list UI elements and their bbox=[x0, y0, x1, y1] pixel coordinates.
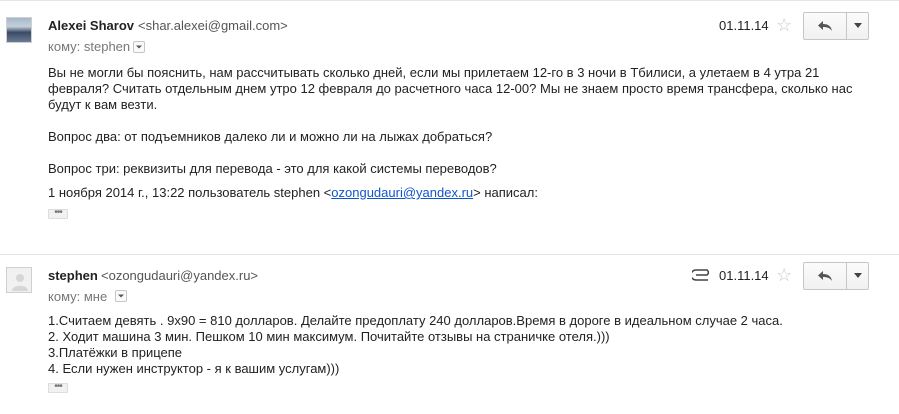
quote-header-prefix: 1 ноября 2014 г., 13:22 пользователь ste… bbox=[48, 185, 332, 200]
dropdown-arrow-icon bbox=[853, 23, 862, 28]
show-trimmed-content-button[interactable]: ••• bbox=[48, 207, 68, 219]
message-stephen: stephen <ozongudauri@yandex.ru> кому: мн… bbox=[0, 254, 899, 414]
sender-name[interactable]: stephen bbox=[48, 268, 98, 283]
paperclip-icon bbox=[692, 269, 710, 281]
ellipsis-icon: ••• bbox=[54, 381, 63, 392]
star-icon[interactable]: ☆ bbox=[776, 16, 792, 34]
chevron-down-icon bbox=[118, 294, 124, 298]
recipient-label: кому: мне bbox=[48, 289, 108, 304]
reply-arrow-icon bbox=[818, 21, 832, 31]
sender-email: <ozongudauri@yandex.ru> bbox=[101, 268, 259, 283]
message-date: 01.11.14 bbox=[719, 268, 769, 283]
sender-avatar[interactable] bbox=[6, 17, 32, 43]
reply-arrow-icon bbox=[818, 271, 832, 281]
body-line: Вопрос два: от подъемников далеко ли и м… bbox=[48, 129, 493, 144]
message-date: 01.11.14 bbox=[719, 18, 769, 33]
star-icon[interactable]: ☆ bbox=[776, 266, 792, 284]
body-line: 4. Если нужен инструктор - я к вашим усл… bbox=[48, 361, 340, 376]
recipient-label: кому: stephen bbox=[48, 39, 131, 54]
body-line: 1.Считаем девять . 9х90 = 810 долларов. … bbox=[48, 313, 783, 328]
body-line: будут к вам везти. bbox=[48, 97, 158, 112]
reply-button[interactable] bbox=[803, 12, 847, 40]
show-trimmed-content-button[interactable]: ••• bbox=[48, 381, 68, 393]
more-actions-button[interactable] bbox=[847, 262, 869, 290]
details-toggle-button[interactable] bbox=[115, 290, 127, 302]
sender-avatar[interactable] bbox=[6, 267, 32, 293]
body-line: февраля? Считать отдельным днем утро 12 … bbox=[48, 81, 853, 96]
message-alexei: Alexei Sharov <shar.alexei@gmail.com> ко… bbox=[0, 0, 899, 236]
ellipsis-icon: ••• bbox=[54, 207, 63, 218]
quote-header: 1 ноября 2014 г., 13:22 пользователь ste… bbox=[48, 185, 538, 200]
body-line: 2. Ходит машина 3 мин. Пешком 10 мин мак… bbox=[48, 329, 610, 344]
quote-header-suffix: > написал: bbox=[473, 185, 538, 200]
sender-email: <shar.alexei@gmail.com> bbox=[138, 18, 288, 33]
default-avatar-icon bbox=[12, 274, 28, 291]
more-actions-button[interactable] bbox=[847, 12, 869, 40]
quoted-email-link[interactable]: ozongudauri@yandex.ru bbox=[331, 185, 473, 200]
body-line: Вопрос три: реквизиты для перевода - это… bbox=[48, 161, 497, 176]
body-line: 3.Платёжки в прицепе bbox=[48, 345, 183, 360]
details-toggle-button[interactable] bbox=[133, 41, 145, 53]
sender-name[interactable]: Alexei Sharov bbox=[48, 18, 134, 33]
dropdown-arrow-icon bbox=[853, 273, 862, 278]
body-line: Вы не могли бы пояснить, нам рассчитыват… bbox=[48, 65, 820, 80]
message-body: Вы не могли бы пояснить, нам рассчитыват… bbox=[48, 65, 888, 177]
message-body: 1.Считаем девять . 9х90 = 810 долларов. … bbox=[48, 313, 888, 377]
chevron-down-icon bbox=[136, 45, 142, 49]
reply-button[interactable] bbox=[803, 262, 847, 290]
